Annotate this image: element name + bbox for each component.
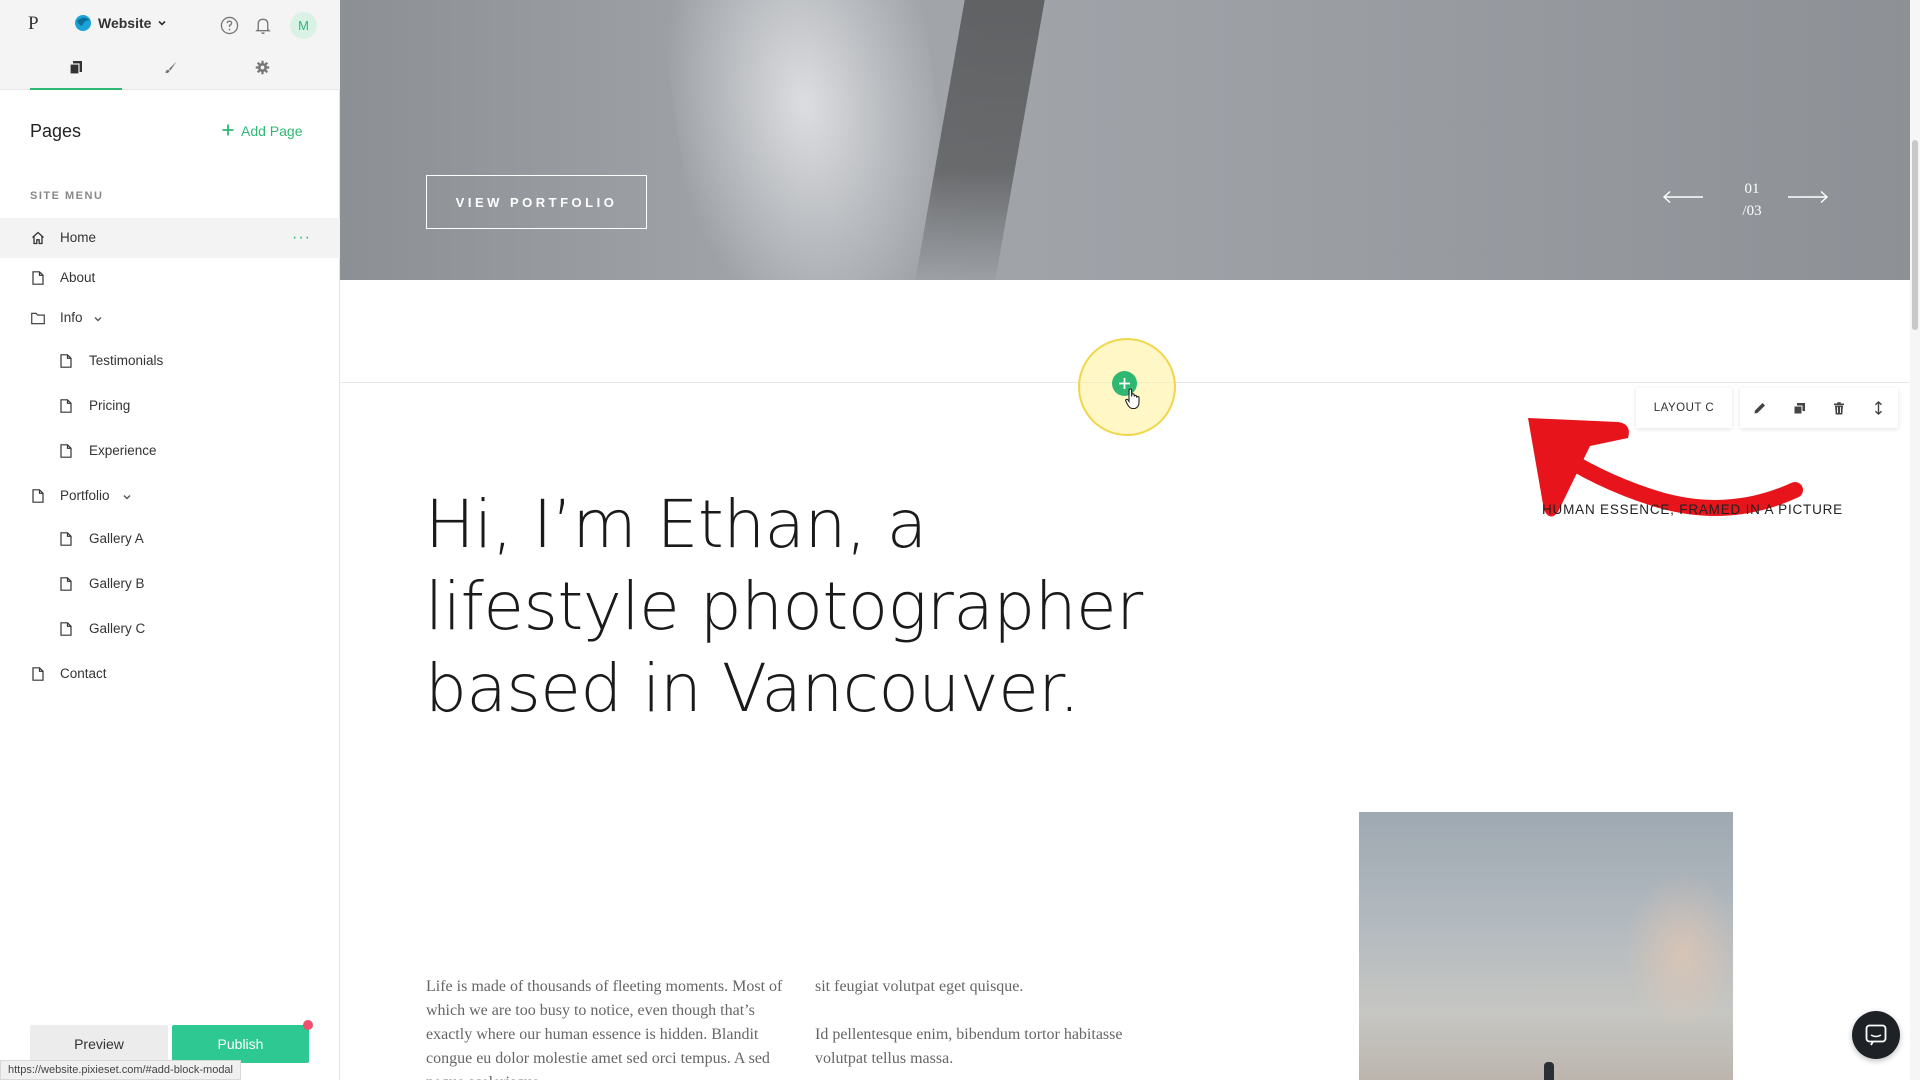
sidebar-item-contact[interactable]: Contact: [0, 654, 340, 694]
folder-icon: [31, 311, 45, 325]
page-icon: [59, 577, 73, 591]
page-icon: [59, 444, 73, 458]
slide-current: 01: [1744, 181, 1760, 197]
gear-icon: [255, 60, 270, 80]
block-toolbar: LAYOUT C: [1636, 388, 1898, 428]
arrow-right-icon[interactable]: [1787, 190, 1829, 209]
sidebar-item-gallery-b[interactable]: Gallery B: [0, 564, 340, 604]
body-column-right: sit feugiat volutpat eget quisque. Id pe…: [815, 975, 1175, 1071]
photo-figure: [1544, 1062, 1554, 1080]
preview-button[interactable]: Preview: [30, 1025, 168, 1063]
sidebar-item-testimonials[interactable]: Testimonials: [0, 341, 340, 381]
sidebar-item-gallery-c[interactable]: Gallery C: [0, 609, 340, 649]
sidebar-tabs: [0, 50, 340, 90]
sidebar-item-about[interactable]: About: [0, 258, 340, 298]
sidebar-item-label: Portfolio: [60, 488, 110, 503]
sidebar-item-gallery-a[interactable]: Gallery A: [0, 519, 340, 559]
content-photo[interactable]: [1359, 812, 1733, 1080]
body-paragraph[interactable]: Life is made of thousands of fleeting mo…: [426, 975, 786, 1080]
site-name: Website: [98, 15, 152, 31]
sidebar-item-label: Gallery A: [89, 531, 144, 546]
chat-support-button[interactable]: [1852, 1011, 1900, 1059]
trash-icon[interactable]: [1824, 393, 1854, 423]
site-menu-heading: SITE MENU: [30, 190, 104, 202]
pixieset-logo[interactable]: P: [28, 13, 39, 35]
chevron-down-icon[interactable]: [93, 312, 103, 327]
sidebar-item-label: Testimonials: [89, 353, 164, 368]
more-options-icon[interactable]: ···: [292, 229, 311, 247]
tab-pages[interactable]: [30, 50, 122, 90]
home-icon: [31, 231, 45, 245]
page-icon: [59, 532, 73, 546]
page-icon: [31, 489, 45, 503]
sidebar-item-pricing[interactable]: Pricing: [0, 386, 340, 426]
tab-settings[interactable]: [216, 50, 308, 90]
help-icon[interactable]: [218, 14, 240, 36]
hand-cursor-icon: [1124, 388, 1142, 415]
hero-headline[interactable]: Hi, I’m Ethan, a lifestyle photographer …: [425, 484, 1185, 730]
pages-title: Pages: [30, 121, 82, 141]
photo-light: [1623, 872, 1733, 1032]
bell-icon[interactable]: [252, 14, 274, 36]
pages-icon: [69, 60, 83, 80]
sidebar-item-label: Pricing: [89, 398, 131, 413]
add-page-button[interactable]: Add Page: [222, 123, 303, 139]
hero-slideshow: VIEW PORTFOLIO 01 /03: [340, 0, 1910, 280]
sidebar-topbar: P Website M: [0, 0, 340, 50]
add-page-label: Add Page: [241, 123, 303, 139]
sidebar-item-label: Info: [60, 310, 83, 325]
sidebar-item-label: Experience: [89, 443, 157, 458]
body-paragraph[interactable]: Id pellentesque enim, bibendum tortor ha…: [815, 1023, 1175, 1071]
editor-sidebar: P Website M Pages Add Page SITE MENU Hom…: [0, 0, 340, 1080]
chevron-down-icon: [157, 18, 167, 28]
page-icon: [59, 354, 73, 368]
view-portfolio-button[interactable]: VIEW PORTFOLIO: [426, 175, 647, 229]
sidebar-item-home[interactable]: Home ···: [0, 218, 340, 258]
site-preview-canvas: VIEW PORTFOLIO 01 /03 LAYOUT C Hi, I’m E…: [340, 0, 1920, 1080]
sidebar-item-label: Home: [60, 230, 97, 245]
status-bar-url: https://website.pixieset.com/#add-block-…: [0, 1060, 241, 1080]
page-icon: [59, 399, 73, 413]
block-tools: [1740, 388, 1898, 428]
scrollbar-thumb[interactable]: [1912, 140, 1918, 330]
chat-icon: [1865, 1024, 1887, 1046]
move-icon[interactable]: [1863, 393, 1893, 423]
sidebar-item-portfolio[interactable]: Portfolio: [0, 476, 340, 516]
plus-icon: [222, 123, 234, 139]
pencil-icon[interactable]: [1745, 393, 1775, 423]
page-icon: [31, 667, 45, 681]
avatar[interactable]: M: [290, 12, 317, 39]
body-column-left: Life is made of thousands of fleeting mo…: [426, 975, 786, 1080]
hero-image: [656, 0, 964, 280]
website-logo-icon: [74, 14, 92, 32]
site-switcher[interactable]: Website: [74, 14, 167, 32]
sidebar-item-experience[interactable]: Experience: [0, 431, 340, 471]
tab-design[interactable]: [124, 50, 216, 90]
page-icon: [31, 271, 45, 285]
arrow-left-icon[interactable]: [1662, 190, 1704, 209]
chevron-down-icon[interactable]: [122, 490, 132, 505]
sidebar-item-label: About: [60, 270, 96, 285]
publish-button[interactable]: Publish: [172, 1025, 309, 1063]
sidebar-item-label: Contact: [60, 666, 107, 681]
sidebar-item-label: Gallery B: [89, 576, 145, 591]
tagline[interactable]: HUMAN ESSENCE, FRAMED IN A PICTURE: [1542, 502, 1843, 517]
sidebar-item-info[interactable]: Info: [0, 298, 340, 338]
unpublished-changes-badge: [303, 1020, 313, 1030]
duplicate-icon[interactable]: [1784, 393, 1814, 423]
body-paragraph[interactable]: sit feugiat volutpat eget quisque.: [815, 975, 1175, 999]
brush-icon: [163, 60, 178, 80]
slide-total: /03: [1742, 203, 1762, 219]
layout-button[interactable]: LAYOUT C: [1636, 388, 1732, 428]
page-icon: [59, 622, 73, 636]
sidebar-item-label: Gallery C: [89, 621, 146, 636]
slide-counter: 01 /03: [1732, 178, 1772, 222]
